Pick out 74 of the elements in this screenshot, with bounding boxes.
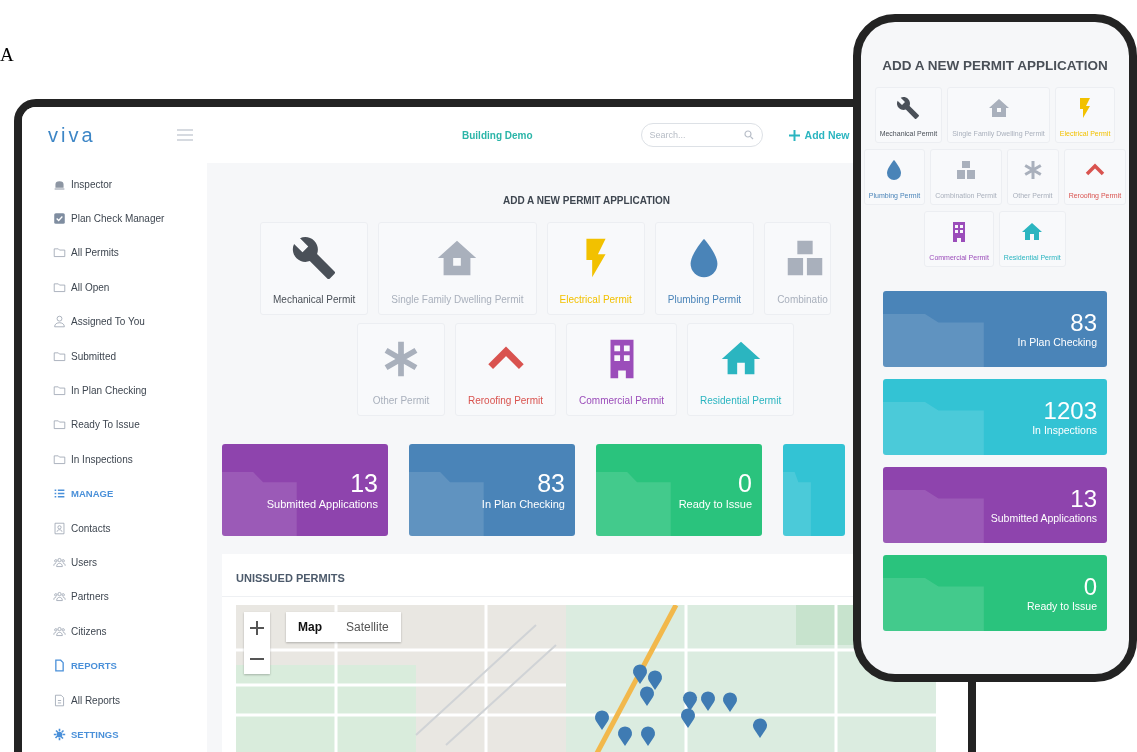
sidebar-link[interactable]: Ready To Issue [53,407,207,443]
folder-icon [53,452,66,466]
group-icon [53,556,66,569]
search-field[interactable]: Search... [640,123,763,147]
section-heading: REPORTS [71,660,117,672]
stat-value: 83 [1070,309,1097,337]
stat-card[interactable]: 83 In Plan Checking [883,291,1107,367]
stat-label: Ready to Issue [678,497,752,510]
settings-icon [53,727,66,741]
person-icon [53,315,66,329]
search-icon [743,130,754,140]
document-icon [53,659,66,673]
stat-label: In Plan Checking [1017,336,1097,349]
section-heading: MANAGE [71,488,114,500]
folder-icon [53,349,66,363]
sidebar-link[interactable]: All Permits [53,235,207,271]
checkbox-icon [53,212,66,226]
stat-value: 13 [350,470,378,498]
map-drawing[interactable] [236,605,936,752]
sidebar-link[interactable]: Partners [53,579,207,615]
list-icon [53,487,66,501]
sidebar-link[interactable]: In Inspections [53,442,207,477]
stat-label: In Inspections [1032,424,1097,437]
map-type-tab[interactable]: Map [286,612,334,642]
folder-icon [53,418,66,432]
sidebar-link[interactable]: Inspector [53,167,207,202]
header-title: Building Demo [462,129,533,141]
permit-tile[interactable]: Reroofing Permit [455,323,557,416]
folder-icon [883,489,984,543]
stat-card[interactable]: 83 In Plan Checking [409,444,575,536]
folder-icon [883,313,984,367]
sidebar-link[interactable]: In Plan Checking [53,373,207,408]
sidebar-link[interactable]: Assigned To You [53,304,207,339]
stat-card[interactable]: 13 Submitted Applications [883,467,1107,543]
stat-label: Submitted Applications [266,497,378,510]
stat-value: 0 [1083,573,1097,601]
zoom-in-icon[interactable] [250,620,264,635]
sidebar-link[interactable]: Plan Check Manager [53,201,207,236]
sidebar-link[interactable]: All Open [53,270,207,305]
sidebar-link[interactable]: Citizens [53,614,207,649]
map-type-tab[interactable]: Satellite [334,612,401,642]
folder-icon [53,280,66,294]
sidebar-link[interactable]: All Reports [53,682,207,718]
sidebar-link[interactable]: Submitted [53,338,207,374]
folder-icon [409,471,484,536]
folder-icon [53,384,66,398]
plus-icon [788,129,800,141]
permit-tile[interactable]: Plumbing Permit [654,222,755,315]
stat-label: In Plan Checking [481,497,565,510]
stat-value: 13 [1070,485,1097,513]
section-title: ADD A NEW PERMIT APPLICATION [503,195,671,206]
sidebar-link[interactable]: Users [53,545,207,580]
folder-icon [596,471,671,536]
permit-tile[interactable]: Commercial Permit [566,323,678,416]
stat-label: Ready to Issue [1026,600,1097,613]
stat-label: Submitted Applications [990,512,1097,525]
sidebar-link[interactable]: Contacts [53,510,207,546]
stat-value: 83 [537,470,565,498]
folder-icon [883,577,984,631]
logo[interactable]: viva [48,123,96,147]
folder-icon [53,246,66,260]
stat-value: 1203 [1043,397,1097,425]
permit-tile[interactable]: Mechanical Permit [260,222,369,315]
group-icon [53,624,66,638]
group-icon [53,590,66,604]
contact-card-icon [53,521,66,535]
section-heading: SETTINGS [71,728,119,740]
folder-icon [783,471,811,536]
folder-icon [883,401,984,455]
section-title: ADD A NEW PERMIT APPLICATION [882,58,1108,73]
document-icon [53,693,66,707]
stat-card[interactable]: 13 Submitted Applications [222,444,388,536]
caption-text: A [0,44,14,66]
stat-value: 0 [738,470,752,498]
